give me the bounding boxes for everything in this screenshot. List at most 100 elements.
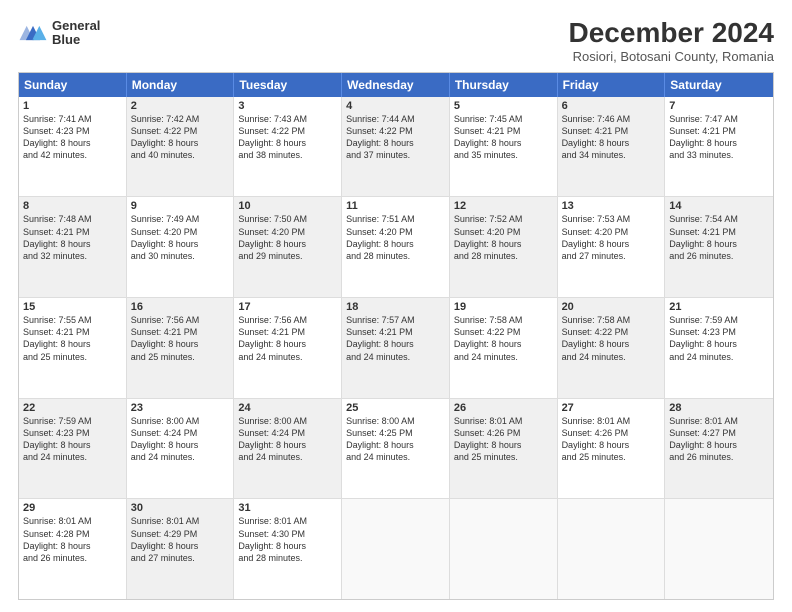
cell-details: Sunrise: 8:01 AM Sunset: 4:26 PM Dayligh… bbox=[454, 415, 553, 464]
day-number: 25 bbox=[346, 402, 445, 414]
cal-cell-26: 26Sunrise: 8:01 AM Sunset: 4:26 PM Dayli… bbox=[450, 399, 558, 499]
cell-details: Sunrise: 8:00 AM Sunset: 4:24 PM Dayligh… bbox=[238, 415, 337, 464]
cal-cell-13: 13Sunrise: 7:53 AM Sunset: 4:20 PM Dayli… bbox=[558, 197, 666, 297]
cell-details: Sunrise: 7:56 AM Sunset: 4:21 PM Dayligh… bbox=[238, 314, 337, 363]
cal-cell-19: 19Sunrise: 7:58 AM Sunset: 4:22 PM Dayli… bbox=[450, 298, 558, 398]
calendar-header: SundayMondayTuesdayWednesdayThursdayFrid… bbox=[19, 73, 773, 97]
calendar-body: 1Sunrise: 7:41 AM Sunset: 4:23 PM Daylig… bbox=[19, 97, 773, 599]
logo: General Blue bbox=[18, 18, 100, 48]
day-number: 2 bbox=[131, 100, 230, 112]
cal-cell-28: 28Sunrise: 8:01 AM Sunset: 4:27 PM Dayli… bbox=[665, 399, 773, 499]
cell-details: Sunrise: 8:01 AM Sunset: 4:30 PM Dayligh… bbox=[238, 515, 337, 564]
cal-cell-3: 3Sunrise: 7:43 AM Sunset: 4:22 PM Daylig… bbox=[234, 97, 342, 197]
day-number: 28 bbox=[669, 402, 769, 414]
header: General Blue December 2024 Rosiori, Boto… bbox=[18, 18, 774, 64]
day-header-tuesday: Tuesday bbox=[234, 73, 342, 97]
day-number: 16 bbox=[131, 301, 230, 313]
day-number: 26 bbox=[454, 402, 553, 414]
cal-cell-1: 1Sunrise: 7:41 AM Sunset: 4:23 PM Daylig… bbox=[19, 97, 127, 197]
cell-details: Sunrise: 7:50 AM Sunset: 4:20 PM Dayligh… bbox=[238, 213, 337, 262]
logo-line1: General bbox=[52, 19, 100, 33]
cell-details: Sunrise: 7:44 AM Sunset: 4:22 PM Dayligh… bbox=[346, 113, 445, 162]
logo-text: General Blue bbox=[52, 19, 100, 48]
cell-details: Sunrise: 7:45 AM Sunset: 4:21 PM Dayligh… bbox=[454, 113, 553, 162]
day-header-monday: Monday bbox=[127, 73, 235, 97]
cal-cell-16: 16Sunrise: 7:56 AM Sunset: 4:21 PM Dayli… bbox=[127, 298, 235, 398]
day-number: 15 bbox=[23, 301, 122, 313]
cal-cell-17: 17Sunrise: 7:56 AM Sunset: 4:21 PM Dayli… bbox=[234, 298, 342, 398]
day-number: 27 bbox=[562, 402, 661, 414]
day-number: 10 bbox=[238, 200, 337, 212]
day-number: 13 bbox=[562, 200, 661, 212]
day-number: 22 bbox=[23, 402, 122, 414]
day-number: 3 bbox=[238, 100, 337, 112]
day-number: 30 bbox=[131, 502, 230, 514]
cell-details: Sunrise: 7:42 AM Sunset: 4:22 PM Dayligh… bbox=[131, 113, 230, 162]
day-number: 18 bbox=[346, 301, 445, 313]
cell-details: Sunrise: 8:01 AM Sunset: 4:27 PM Dayligh… bbox=[669, 415, 769, 464]
day-number: 9 bbox=[131, 200, 230, 212]
cell-details: Sunrise: 7:57 AM Sunset: 4:21 PM Dayligh… bbox=[346, 314, 445, 363]
cell-details: Sunrise: 7:58 AM Sunset: 4:22 PM Dayligh… bbox=[454, 314, 553, 363]
cal-cell-empty-3 bbox=[342, 499, 450, 599]
cal-cell-23: 23Sunrise: 8:00 AM Sunset: 4:24 PM Dayli… bbox=[127, 399, 235, 499]
day-number: 8 bbox=[23, 200, 122, 212]
day-number: 31 bbox=[238, 502, 337, 514]
cell-details: Sunrise: 7:53 AM Sunset: 4:20 PM Dayligh… bbox=[562, 213, 661, 262]
cell-details: Sunrise: 8:01 AM Sunset: 4:29 PM Dayligh… bbox=[131, 515, 230, 564]
cal-cell-6: 6Sunrise: 7:46 AM Sunset: 4:21 PM Daylig… bbox=[558, 97, 666, 197]
day-number: 4 bbox=[346, 100, 445, 112]
cell-details: Sunrise: 7:43 AM Sunset: 4:22 PM Dayligh… bbox=[238, 113, 337, 162]
day-number: 12 bbox=[454, 200, 553, 212]
day-header-wednesday: Wednesday bbox=[342, 73, 450, 97]
cell-details: Sunrise: 7:52 AM Sunset: 4:20 PM Dayligh… bbox=[454, 213, 553, 262]
cal-cell-empty-6 bbox=[665, 499, 773, 599]
day-number: 21 bbox=[669, 301, 769, 313]
cal-cell-24: 24Sunrise: 8:00 AM Sunset: 4:24 PM Dayli… bbox=[234, 399, 342, 499]
title-block: December 2024 Rosiori, Botosani County, … bbox=[569, 18, 774, 64]
day-number: 17 bbox=[238, 301, 337, 313]
cell-details: Sunrise: 7:56 AM Sunset: 4:21 PM Dayligh… bbox=[131, 314, 230, 363]
cell-details: Sunrise: 7:47 AM Sunset: 4:21 PM Dayligh… bbox=[669, 113, 769, 162]
day-number: 19 bbox=[454, 301, 553, 313]
cell-details: Sunrise: 7:55 AM Sunset: 4:21 PM Dayligh… bbox=[23, 314, 122, 363]
week-row-1: 1Sunrise: 7:41 AM Sunset: 4:23 PM Daylig… bbox=[19, 97, 773, 197]
week-row-2: 8Sunrise: 7:48 AM Sunset: 4:21 PM Daylig… bbox=[19, 196, 773, 297]
cal-cell-31: 31Sunrise: 8:01 AM Sunset: 4:30 PM Dayli… bbox=[234, 499, 342, 599]
cal-cell-29: 29Sunrise: 8:01 AM Sunset: 4:28 PM Dayli… bbox=[19, 499, 127, 599]
day-number: 14 bbox=[669, 200, 769, 212]
cal-cell-empty-5 bbox=[558, 499, 666, 599]
day-number: 24 bbox=[238, 402, 337, 414]
cal-cell-10: 10Sunrise: 7:50 AM Sunset: 4:20 PM Dayli… bbox=[234, 197, 342, 297]
calendar: SundayMondayTuesdayWednesdayThursdayFrid… bbox=[18, 72, 774, 600]
cal-cell-8: 8Sunrise: 7:48 AM Sunset: 4:21 PM Daylig… bbox=[19, 197, 127, 297]
cell-details: Sunrise: 7:59 AM Sunset: 4:23 PM Dayligh… bbox=[669, 314, 769, 363]
day-header-friday: Friday bbox=[558, 73, 666, 97]
cal-cell-20: 20Sunrise: 7:58 AM Sunset: 4:22 PM Dayli… bbox=[558, 298, 666, 398]
cal-cell-14: 14Sunrise: 7:54 AM Sunset: 4:21 PM Dayli… bbox=[665, 197, 773, 297]
day-number: 23 bbox=[131, 402, 230, 414]
cal-cell-25: 25Sunrise: 8:00 AM Sunset: 4:25 PM Dayli… bbox=[342, 399, 450, 499]
cell-details: Sunrise: 8:00 AM Sunset: 4:25 PM Dayligh… bbox=[346, 415, 445, 464]
cal-cell-9: 9Sunrise: 7:49 AM Sunset: 4:20 PM Daylig… bbox=[127, 197, 235, 297]
cal-cell-15: 15Sunrise: 7:55 AM Sunset: 4:21 PM Dayli… bbox=[19, 298, 127, 398]
week-row-4: 22Sunrise: 7:59 AM Sunset: 4:23 PM Dayli… bbox=[19, 398, 773, 499]
cell-details: Sunrise: 7:46 AM Sunset: 4:21 PM Dayligh… bbox=[562, 113, 661, 162]
cal-cell-2: 2Sunrise: 7:42 AM Sunset: 4:22 PM Daylig… bbox=[127, 97, 235, 197]
main-title: December 2024 bbox=[569, 18, 774, 49]
cell-details: Sunrise: 7:54 AM Sunset: 4:21 PM Dayligh… bbox=[669, 213, 769, 262]
week-row-5: 29Sunrise: 8:01 AM Sunset: 4:28 PM Dayli… bbox=[19, 498, 773, 599]
cal-cell-11: 11Sunrise: 7:51 AM Sunset: 4:20 PM Dayli… bbox=[342, 197, 450, 297]
day-number: 20 bbox=[562, 301, 661, 313]
cal-cell-27: 27Sunrise: 8:01 AM Sunset: 4:26 PM Dayli… bbox=[558, 399, 666, 499]
cell-details: Sunrise: 7:59 AM Sunset: 4:23 PM Dayligh… bbox=[23, 415, 122, 464]
day-number: 11 bbox=[346, 200, 445, 212]
cal-cell-22: 22Sunrise: 7:59 AM Sunset: 4:23 PM Dayli… bbox=[19, 399, 127, 499]
logo-icon bbox=[18, 18, 48, 48]
cell-details: Sunrise: 7:48 AM Sunset: 4:21 PM Dayligh… bbox=[23, 213, 122, 262]
day-number: 1 bbox=[23, 100, 122, 112]
cell-details: Sunrise: 8:01 AM Sunset: 4:26 PM Dayligh… bbox=[562, 415, 661, 464]
cal-cell-12: 12Sunrise: 7:52 AM Sunset: 4:20 PM Dayli… bbox=[450, 197, 558, 297]
day-header-thursday: Thursday bbox=[450, 73, 558, 97]
cell-details: Sunrise: 7:49 AM Sunset: 4:20 PM Dayligh… bbox=[131, 213, 230, 262]
